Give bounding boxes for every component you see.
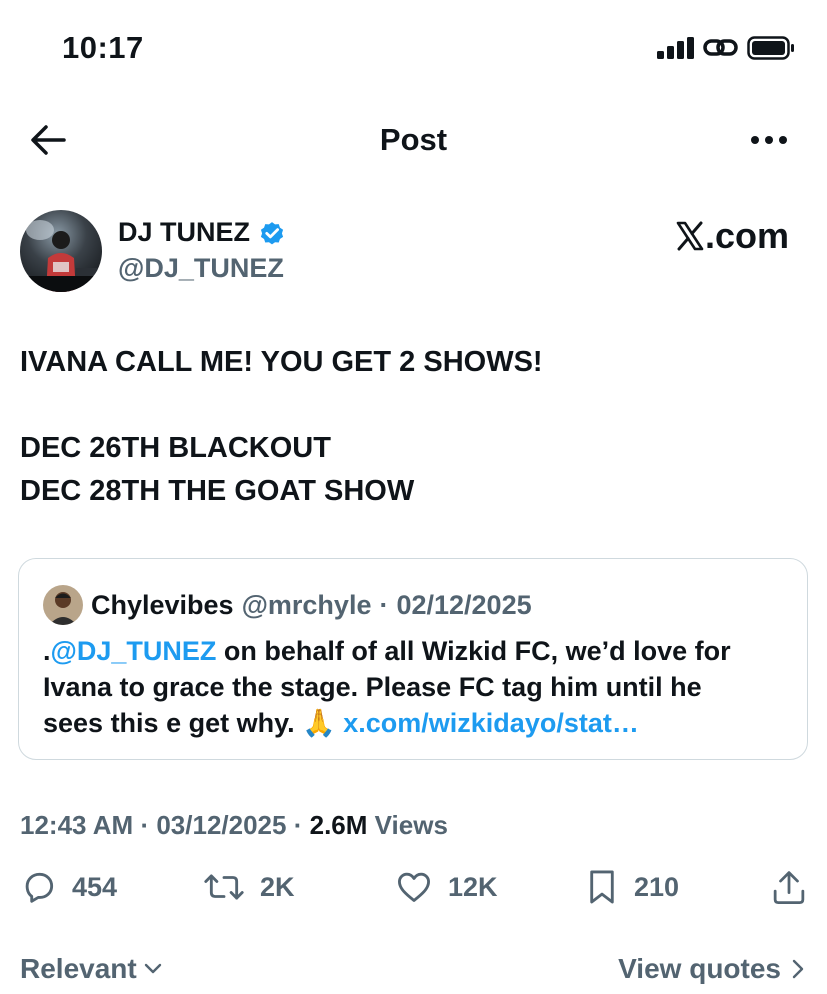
url-link[interactable]: x.com/wizkidayo/stat… (343, 708, 639, 738)
pray-emoji: 🙏 (302, 708, 336, 738)
source-logo-text: .com (704, 215, 789, 256)
like-count: 12K (448, 871, 498, 902)
repost-button[interactable]: 2K (202, 868, 295, 906)
view-quotes-link[interactable]: View quotes (618, 953, 805, 985)
quoted-text-line: Ivana to grace the stage. Please FC tag … (43, 672, 702, 702)
post-time: 12:43 AM (20, 810, 134, 840)
chevron-down-icon (144, 963, 161, 974)
author-name[interactable]: DJ TUNEZ (118, 217, 250, 248)
battery-icon (747, 36, 794, 60)
source-logo: .com (675, 215, 789, 257)
quoted-text-fragment: on behalf of all Wizkid FC, we’d love fo… (216, 636, 731, 666)
quoted-author-name[interactable]: Chylevibes (91, 590, 234, 621)
quoted-post-date: 02/12/2025 (396, 589, 532, 620)
repost-count: 2K (260, 871, 295, 902)
bookmark-icon (590, 870, 614, 904)
meta-separator: · (140, 810, 150, 840)
post-line: DEC 28TH THE GOAT SHOW (20, 475, 415, 507)
meta-separator: · (379, 589, 389, 620)
author-avatar[interactable] (20, 210, 102, 292)
quoted-post-header: Chylevibes @mrchyle · 02/12/2025 (43, 585, 532, 625)
quoted-text-fragment: sees this e get why. (43, 708, 303, 738)
repost-icon (204, 874, 244, 900)
chevron-right-icon (792, 959, 804, 979)
views-label: Views (374, 810, 448, 840)
author-handle[interactable]: @DJ_TUNEZ (118, 253, 284, 284)
share-icon[interactable] (770, 868, 808, 908)
quoted-post-text: .@DJ_TUNEZ on behalf of all Wizkid FC, w… (43, 633, 793, 741)
quoted-text-prefix: . (43, 636, 51, 666)
status-time: 10:17 (62, 30, 144, 65)
post-meta: 12:43 AM · 03/12/2025 · 2.6M Views (20, 810, 448, 841)
reply-icon (25, 872, 54, 903)
sort-replies-dropdown[interactable]: Relevant (20, 953, 163, 985)
more-options-icon[interactable] (749, 128, 789, 152)
view-quotes-label: View quotes (618, 953, 781, 984)
personal-hotspot-icon (703, 39, 738, 56)
quoted-post-card[interactable]: Chylevibes @mrchyle · 02/12/2025 .@DJ_TU… (18, 558, 808, 760)
cellular-signal-icon (657, 37, 694, 59)
heart-icon (398, 872, 430, 902)
post-line: DEC 26TH BLACKOUT (20, 432, 331, 464)
like-button[interactable]: 12K (394, 868, 498, 906)
views-count[interactable]: 2.6M (310, 810, 368, 840)
reply-count: 454 (72, 871, 118, 902)
mention-link[interactable]: @DJ_TUNEZ (51, 636, 217, 666)
page-title: Post (379, 122, 448, 157)
post-text: IVANA CALL ME! YOU GET 2 SHOWS! DEC 26TH… (20, 341, 810, 513)
meta-separator: · (293, 810, 303, 840)
quoted-author-avatar[interactable] (43, 585, 83, 625)
post-date: 03/12/2025 (156, 810, 287, 840)
verified-badge-icon (260, 221, 284, 244)
bookmark-button[interactable]: 210 (584, 868, 679, 906)
post-line: IVANA CALL ME! YOU GET 2 SHOWS! (20, 346, 543, 378)
author-display-name[interactable]: DJ TUNEZ (118, 217, 286, 248)
bookmark-count: 210 (634, 871, 680, 902)
quoted-author-handle[interactable]: @mrchyle (242, 590, 372, 621)
status-icons (657, 36, 795, 60)
reply-button[interactable]: 454 (20, 868, 117, 906)
x-logo-icon (676, 221, 704, 251)
sort-label: Relevant (20, 953, 137, 984)
